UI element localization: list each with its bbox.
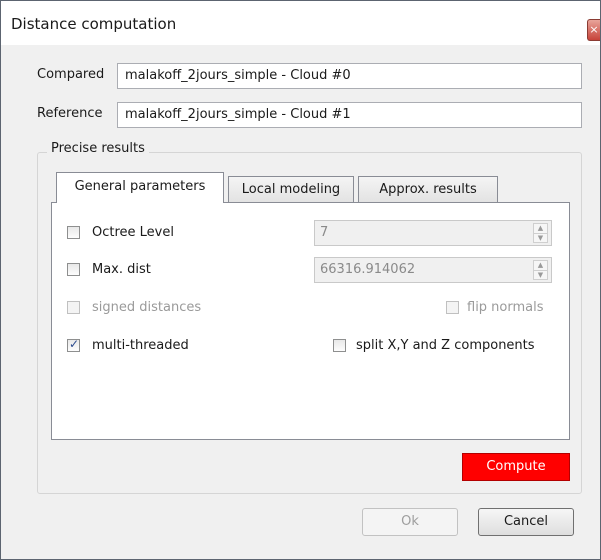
tab-approx-results[interactable]: Approx. results <box>358 176 498 202</box>
spin-up-icon[interactable]: ▲ <box>534 224 547 233</box>
octree-level-spinbox[interactable]: 7 ▲ ▼ <box>314 220 552 246</box>
precise-results-title: Precise results <box>47 141 149 156</box>
spin-down-icon[interactable]: ▼ <box>534 270 547 280</box>
max-dist-spin-arrows[interactable]: ▲ ▼ <box>533 260 548 280</box>
tab-local-modeling[interactable]: Local modeling <box>228 176 354 202</box>
close-icon: × <box>589 23 599 36</box>
title-bar: Distance computation × <box>1 1 600 45</box>
octree-level-label: Octree Level <box>92 225 174 240</box>
octree-level-value: 7 <box>320 225 329 240</box>
flip-normals-checkbox[interactable] <box>446 301 459 314</box>
max-dist-checkbox[interactable] <box>67 263 80 276</box>
compared-field[interactable]: malakoff_2jours_simple - Cloud #0 <box>117 63 582 89</box>
flip-normals-label: flip normals <box>467 300 544 315</box>
compute-button[interactable]: Compute <box>462 453 570 481</box>
checkmark-icon: ✓ <box>69 337 80 351</box>
cancel-button[interactable]: Cancel <box>478 508 574 536</box>
signed-distances-label: signed distances <box>92 300 202 315</box>
spin-down-icon[interactable]: ▼ <box>534 233 547 243</box>
tab-general-parameters[interactable]: General parameters <box>56 172 224 203</box>
close-button[interactable]: × <box>587 19 600 41</box>
signed-distances-checkbox[interactable] <box>67 301 80 314</box>
ok-button[interactable]: Ok <box>362 508 458 536</box>
window-title: Distance computation <box>11 15 177 33</box>
split-components-checkbox[interactable] <box>333 339 346 352</box>
compared-label: Compared <box>37 67 105 82</box>
max-dist-label: Max. dist <box>92 262 151 277</box>
reference-label: Reference <box>37 106 103 121</box>
spin-up-icon[interactable]: ▲ <box>534 261 547 270</box>
multi-threaded-checkbox[interactable]: ✓ <box>67 337 80 352</box>
multi-threaded-label: multi-threaded <box>92 338 189 353</box>
octree-level-checkbox[interactable] <box>67 226 80 239</box>
split-components-label: split X,Y and Z components <box>356 338 535 353</box>
octree-level-spin-arrows[interactable]: ▲ ▼ <box>533 223 548 243</box>
max-dist-spinbox[interactable]: 66316.914062 ▲ ▼ <box>314 257 552 283</box>
reference-field[interactable]: malakoff_2jours_simple - Cloud #1 <box>117 102 582 128</box>
max-dist-value: 66316.914062 <box>320 262 416 277</box>
